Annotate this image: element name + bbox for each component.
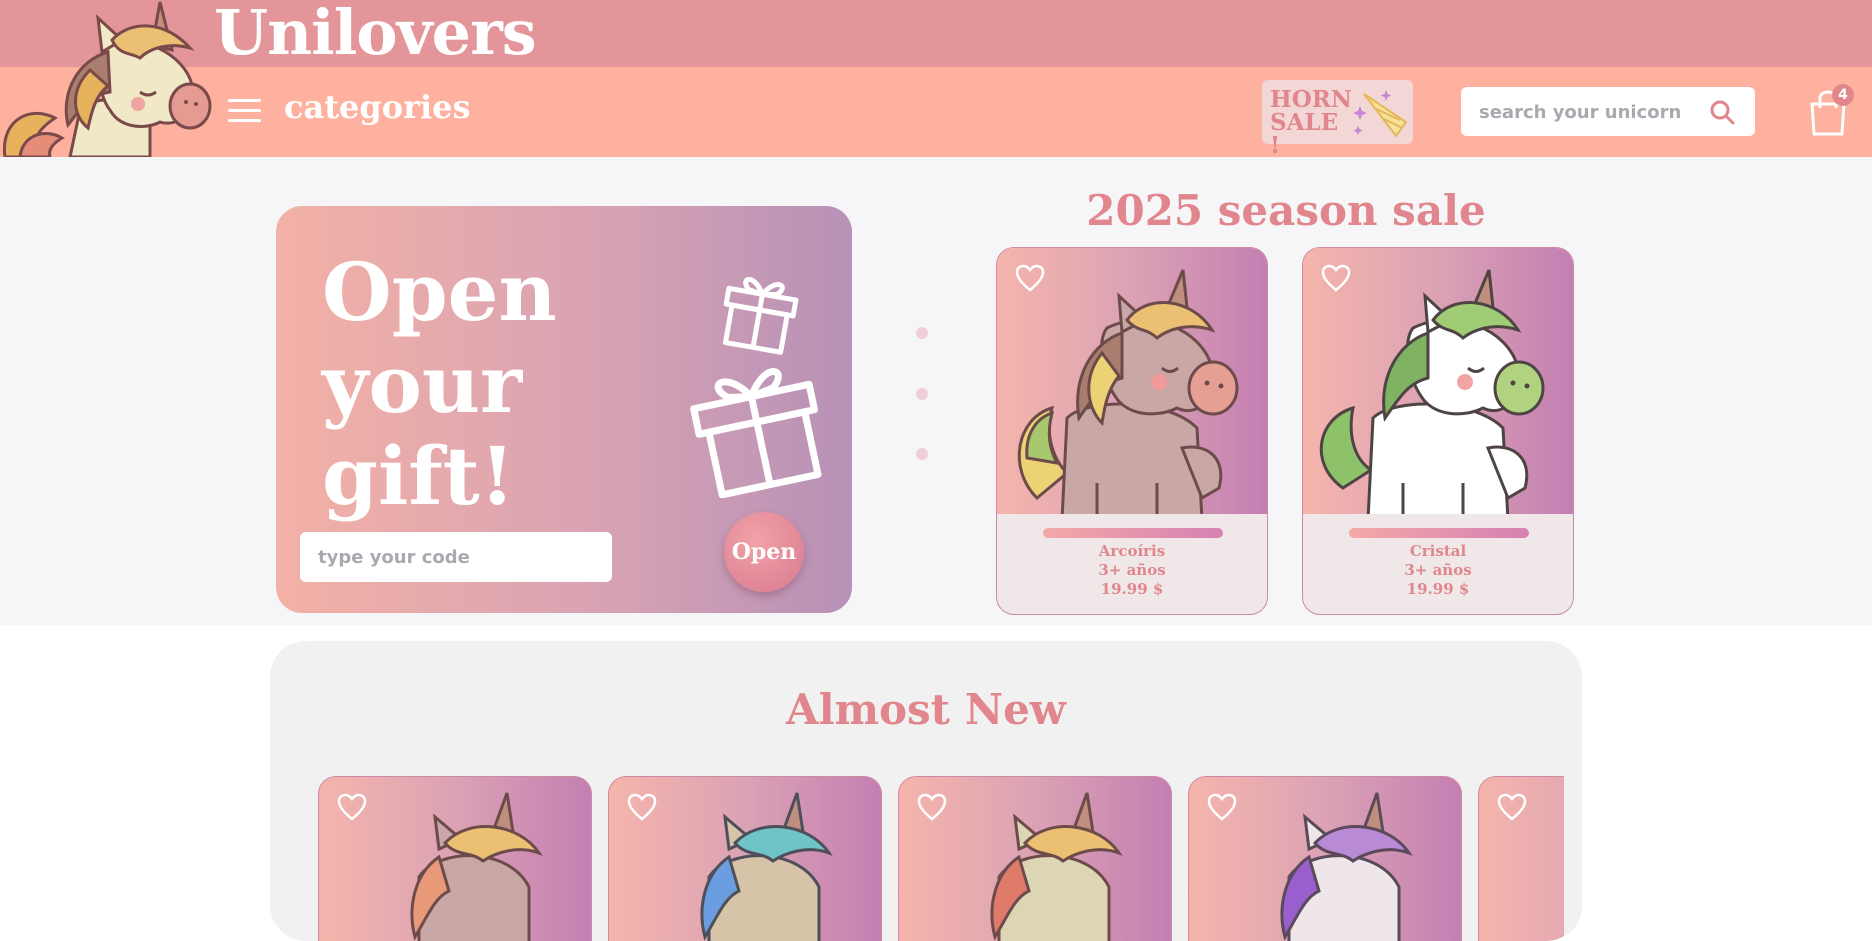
gift-title: Open your gift! <box>322 245 557 523</box>
cart-count-badge: 4 <box>1832 84 1854 106</box>
unicorn-head-icon <box>700 792 833 941</box>
season-sale-title: 2025 season sale <box>1086 186 1486 235</box>
heart-icon[interactable] <box>1321 264 1351 292</box>
carousel-dot-1[interactable] <box>916 327 928 339</box>
categories-link[interactable]: categories <box>284 88 470 126</box>
search-icon[interactable] <box>1709 99 1735 125</box>
horn-sale-button[interactable]: HORN SALE ! <box>1262 80 1413 157</box>
brand-name[interactable]: Unilovers <box>214 0 537 69</box>
unicorn-head-icon <box>410 792 543 941</box>
carousel-dot-2[interactable] <box>916 388 928 400</box>
almost-new-title: Almost New <box>786 685 1066 734</box>
heart-icon[interactable] <box>337 793 367 821</box>
gift-card: Open your gift! Open <box>276 206 852 613</box>
carousel-dot-3[interactable] <box>916 448 928 460</box>
product-age: 3+ años <box>1404 561 1472 579</box>
product-info: Arcoíris 3+ años 19.99 $ <box>997 542 1267 599</box>
gift-icon-large <box>690 368 822 498</box>
carousel-clip <box>1564 761 1582 941</box>
heart-icon[interactable] <box>627 793 657 821</box>
unicorn-head-icon <box>990 792 1123 941</box>
product-image <box>1303 248 1573 514</box>
product-price: 19.99 $ <box>1406 580 1470 598</box>
search-input[interactable] <box>1477 87 1711 138</box>
product-bar <box>1043 528 1223 538</box>
product-age: 3+ años <box>1098 561 1166 579</box>
almost-new-card[interactable] <box>1188 776 1462 941</box>
product-bar <box>1349 528 1529 538</box>
heart-icon[interactable] <box>1497 793 1527 821</box>
product-price: 19.99 $ <box>1100 580 1164 598</box>
horn-sale-label: HORN SALE ! <box>1270 86 1352 159</box>
almost-new-card[interactable] <box>898 776 1172 941</box>
almost-new-card[interactable] <box>318 776 592 941</box>
horn-icon <box>1353 90 1408 138</box>
search-box <box>1461 87 1755 138</box>
product-image <box>997 248 1267 514</box>
cart-button[interactable]: 4 <box>1806 84 1856 138</box>
unicorn-head-icon <box>1280 792 1413 941</box>
product-name: Cristal <box>1409 542 1467 560</box>
almost-new-section: Almost New <box>270 641 1582 941</box>
almost-new-card[interactable] <box>608 776 882 941</box>
product-name: Arcoíris <box>1098 542 1166 560</box>
product-info: Cristal 3+ años 19.99 $ <box>1303 542 1573 599</box>
menu-icon[interactable] <box>228 99 261 123</box>
heart-icon[interactable] <box>1015 264 1045 292</box>
heart-icon[interactable] <box>917 793 947 821</box>
gift-icon <box>722 276 799 355</box>
open-gift-button[interactable]: Open <box>724 512 804 592</box>
heart-icon[interactable] <box>1207 793 1237 821</box>
product-card[interactable]: Arcoíris 3+ años 19.99 $ <box>996 247 1268 615</box>
product-card[interactable]: Cristal 3+ años 19.99 $ <box>1302 247 1574 615</box>
unicorn-logo-icon[interactable] <box>0 0 215 157</box>
unicorn-image-icon <box>1017 269 1239 514</box>
gift-code-input[interactable] <box>300 532 612 582</box>
unicorn-image-icon <box>1319 269 1545 514</box>
